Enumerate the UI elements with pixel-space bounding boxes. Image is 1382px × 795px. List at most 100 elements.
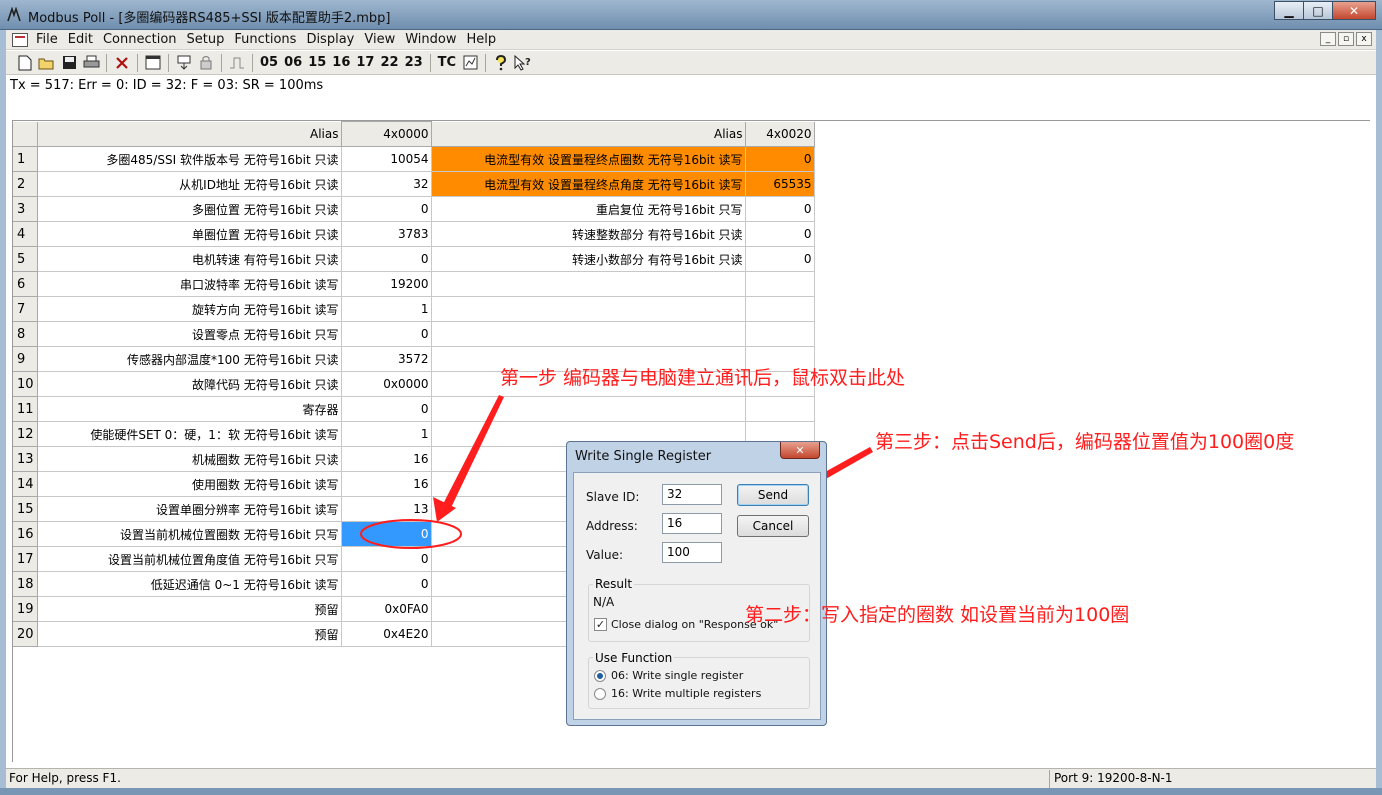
function-23-button[interactable]: 23: [402, 55, 426, 70]
alias-cell[interactable]: 使用圈数 无符号16bit 读写: [37, 471, 342, 497]
menu-setup[interactable]: Setup: [187, 32, 235, 47]
alias-cell[interactable]: 使能硬件SET 0：硬，1：软 无符号16bit 读写: [37, 421, 342, 447]
print-icon[interactable]: [80, 53, 102, 73]
alias-cell[interactable]: 从机ID地址 无符号16bit 只读: [37, 171, 342, 197]
window-icon[interactable]: [142, 53, 164, 73]
pulse-icon[interactable]: [226, 53, 248, 73]
register-value-cell[interactable]: 0: [341, 571, 432, 597]
tc-button[interactable]: TC: [435, 55, 459, 70]
function-06-button[interactable]: 06: [281, 55, 305, 70]
alias-cell[interactable]: [431, 396, 746, 422]
menu-view[interactable]: View: [364, 32, 405, 47]
alias-cell[interactable]: 设置零点 无符号16bit 只写: [37, 321, 342, 347]
register-value-cell[interactable]: 0: [341, 196, 432, 222]
register-value-cell[interactable]: 0: [745, 196, 815, 222]
register-value-cell[interactable]: 16: [341, 471, 432, 497]
alias-cell[interactable]: 低延迟通信 0~1 无符号16bit 读写: [37, 571, 342, 597]
minimize-button[interactable]: ▁: [1274, 1, 1304, 20]
menu-display[interactable]: Display: [306, 32, 364, 47]
chart-icon[interactable]: [459, 53, 481, 73]
alias-cell[interactable]: 机械圈数 无符号16bit 只读: [37, 446, 342, 472]
help-icon[interactable]: [490, 53, 512, 73]
function-22-button[interactable]: 22: [377, 55, 401, 70]
register-value-cell[interactable]: 0: [745, 246, 815, 272]
register-value-cell[interactable]: 1: [341, 296, 432, 322]
register-value-cell[interactable]: 3572: [341, 346, 432, 372]
register-value-cell[interactable]: 0: [341, 246, 432, 272]
slave-id-input[interactable]: 32: [662, 484, 722, 505]
menu-connection[interactable]: Connection: [103, 32, 187, 47]
register-value-cell[interactable]: [745, 271, 815, 297]
dialog-close-button[interactable]: ✕: [780, 442, 820, 459]
alias-cell[interactable]: 转速整数部分 有符号16bit 只读: [431, 221, 746, 247]
function-16-button[interactable]: 16: [329, 55, 353, 70]
disconnect-icon[interactable]: [111, 53, 133, 73]
register-value-cell[interactable]: [745, 396, 815, 422]
alias-cell[interactable]: 重启复位 无符号16bit 只写: [431, 196, 746, 222]
alias-cell[interactable]: 预留: [37, 596, 342, 622]
alias-cell[interactable]: [431, 296, 746, 322]
register-value-cell[interactable]: 0x0000: [341, 371, 432, 397]
save-icon[interactable]: [58, 53, 80, 73]
register-value-cell[interactable]: 0: [341, 321, 432, 347]
radio-write-multiple-registers[interactable]: [594, 688, 606, 700]
alias-cell[interactable]: 预留: [37, 621, 342, 647]
mdi-minimize-button[interactable]: _: [1320, 32, 1336, 46]
menu-functions[interactable]: Functions: [234, 32, 306, 47]
alias-cell[interactable]: [431, 271, 746, 297]
register-value-cell[interactable]: 3783: [341, 221, 432, 247]
context-help-icon[interactable]: ?: [512, 53, 534, 73]
read-write-icon[interactable]: [173, 53, 195, 73]
register-value-cell[interactable]: 0: [745, 146, 815, 172]
menu-file[interactable]: File: [36, 32, 68, 47]
alias-cell[interactable]: 旋转方向 无符号16bit 读写: [37, 296, 342, 322]
selected-register-value-cell[interactable]: 0: [341, 521, 432, 547]
function-17-button[interactable]: 17: [353, 55, 377, 70]
new-file-icon[interactable]: [14, 53, 36, 73]
alias-cell[interactable]: 设置单圈分辨率 无符号16bit 读写: [37, 496, 342, 522]
alias-cell[interactable]: 多圈485/SSI 软件版本号 无符号16bit 只读: [37, 146, 342, 172]
register-value-cell[interactable]: 1: [341, 421, 432, 447]
register-value-cell[interactable]: 19200: [341, 271, 432, 297]
register-value-cell[interactable]: 10054: [341, 146, 432, 172]
lock-icon[interactable]: [195, 53, 217, 73]
alias-cell[interactable]: 电流型有效 设置量程终点圈数 无符号16bit 读写: [431, 146, 746, 172]
register-value-cell[interactable]: 65535: [745, 171, 815, 197]
register-value-cell[interactable]: [745, 296, 815, 322]
send-button[interactable]: Send: [737, 484, 809, 506]
mdi-restore-button[interactable]: ▫: [1338, 32, 1354, 46]
close-dialog-checkbox[interactable]: ✓: [594, 618, 607, 631]
address-input[interactable]: 16: [662, 513, 722, 534]
menu-window[interactable]: Window: [405, 32, 466, 47]
alias-cell[interactable]: 串口波特率 无符号16bit 读写: [37, 271, 342, 297]
alias-cell[interactable]: 电流型有效 设置量程终点角度 无符号16bit 读写: [431, 171, 746, 197]
register-value-cell[interactable]: 32: [341, 171, 432, 197]
maximize-button[interactable]: □: [1303, 1, 1333, 20]
alias-cell[interactable]: 寄存器: [37, 396, 342, 422]
alias-cell[interactable]: [431, 321, 746, 347]
alias-cell[interactable]: 设置当前机械位置角度值 无符号16bit 只写: [37, 546, 342, 572]
register-value-cell[interactable]: 0: [745, 221, 815, 247]
alias-cell[interactable]: 故障代码 无符号16bit 只读: [37, 371, 342, 397]
register-value-cell[interactable]: 0: [341, 396, 432, 422]
cancel-button[interactable]: Cancel: [737, 515, 809, 537]
menu-edit[interactable]: Edit: [68, 32, 103, 47]
register-value-cell[interactable]: 0x0FA0: [341, 596, 432, 622]
function-15-button[interactable]: 15: [305, 55, 329, 70]
open-folder-icon[interactable]: [36, 53, 58, 73]
alias-cell[interactable]: 单圈位置 无符号16bit 只读: [37, 221, 342, 247]
menu-help[interactable]: Help: [466, 32, 506, 47]
mdi-close-button[interactable]: x: [1356, 32, 1372, 46]
alias-cell[interactable]: 电机转速 有符号16bit 只读: [37, 246, 342, 272]
value-input[interactable]: 100: [662, 542, 722, 563]
alias-cell[interactable]: 转速小数部分 有符号16bit 只读: [431, 246, 746, 272]
radio-write-single-register[interactable]: [594, 670, 606, 682]
register-value-cell[interactable]: 16: [341, 446, 432, 472]
alias-cell[interactable]: 设置当前机械位置圈数 无符号16bit 只写: [37, 521, 342, 547]
document-icon[interactable]: [12, 32, 28, 47]
register-value-cell[interactable]: 0x4E20: [341, 621, 432, 647]
register-value-cell[interactable]: 0: [341, 546, 432, 572]
alias-cell[interactable]: 多圈位置 无符号16bit 只读: [37, 196, 342, 222]
register-value-cell[interactable]: 13: [341, 496, 432, 522]
close-button[interactable]: ✕: [1332, 1, 1376, 20]
